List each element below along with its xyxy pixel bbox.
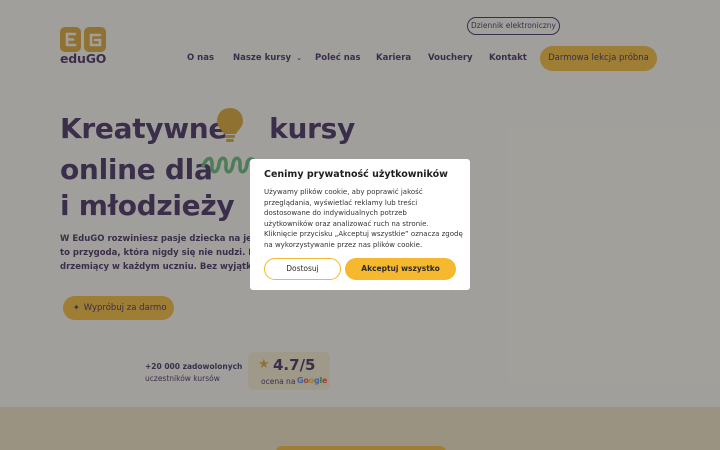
cookie-text-line: Kliknięcie przycisku „Akceptuj wszystkie… <box>264 230 463 238</box>
cookie-text-line: Używamy plików cookie, aby poprawić jako… <box>264 188 423 196</box>
cookie-text-line: użytkowników oraz analizować ruch na str… <box>264 219 429 228</box>
cookie-text-line: na wykorzystywanie przez nas plików cook… <box>264 240 423 249</box>
cookie-dialog-title: Cenimy prywatność użytkowników <box>264 169 448 180</box>
customize-cookies-button[interactable]: Dostosuj <box>264 258 341 280</box>
cookie-text-line: dostosowane do indywidualnych potrzeb <box>264 209 407 217</box>
cookie-dialog-text: Używamy plików cookie, aby poprawić jako… <box>264 187 463 250</box>
accept-all-cookies-button[interactable]: Akceptuj wszystko <box>345 258 456 280</box>
cookie-consent-dialog: Cenimy prywatność użytkowników Używamy p… <box>250 159 470 290</box>
cookie-text-line: przeglądania, wyświetlać reklamy lub tre… <box>264 198 418 207</box>
